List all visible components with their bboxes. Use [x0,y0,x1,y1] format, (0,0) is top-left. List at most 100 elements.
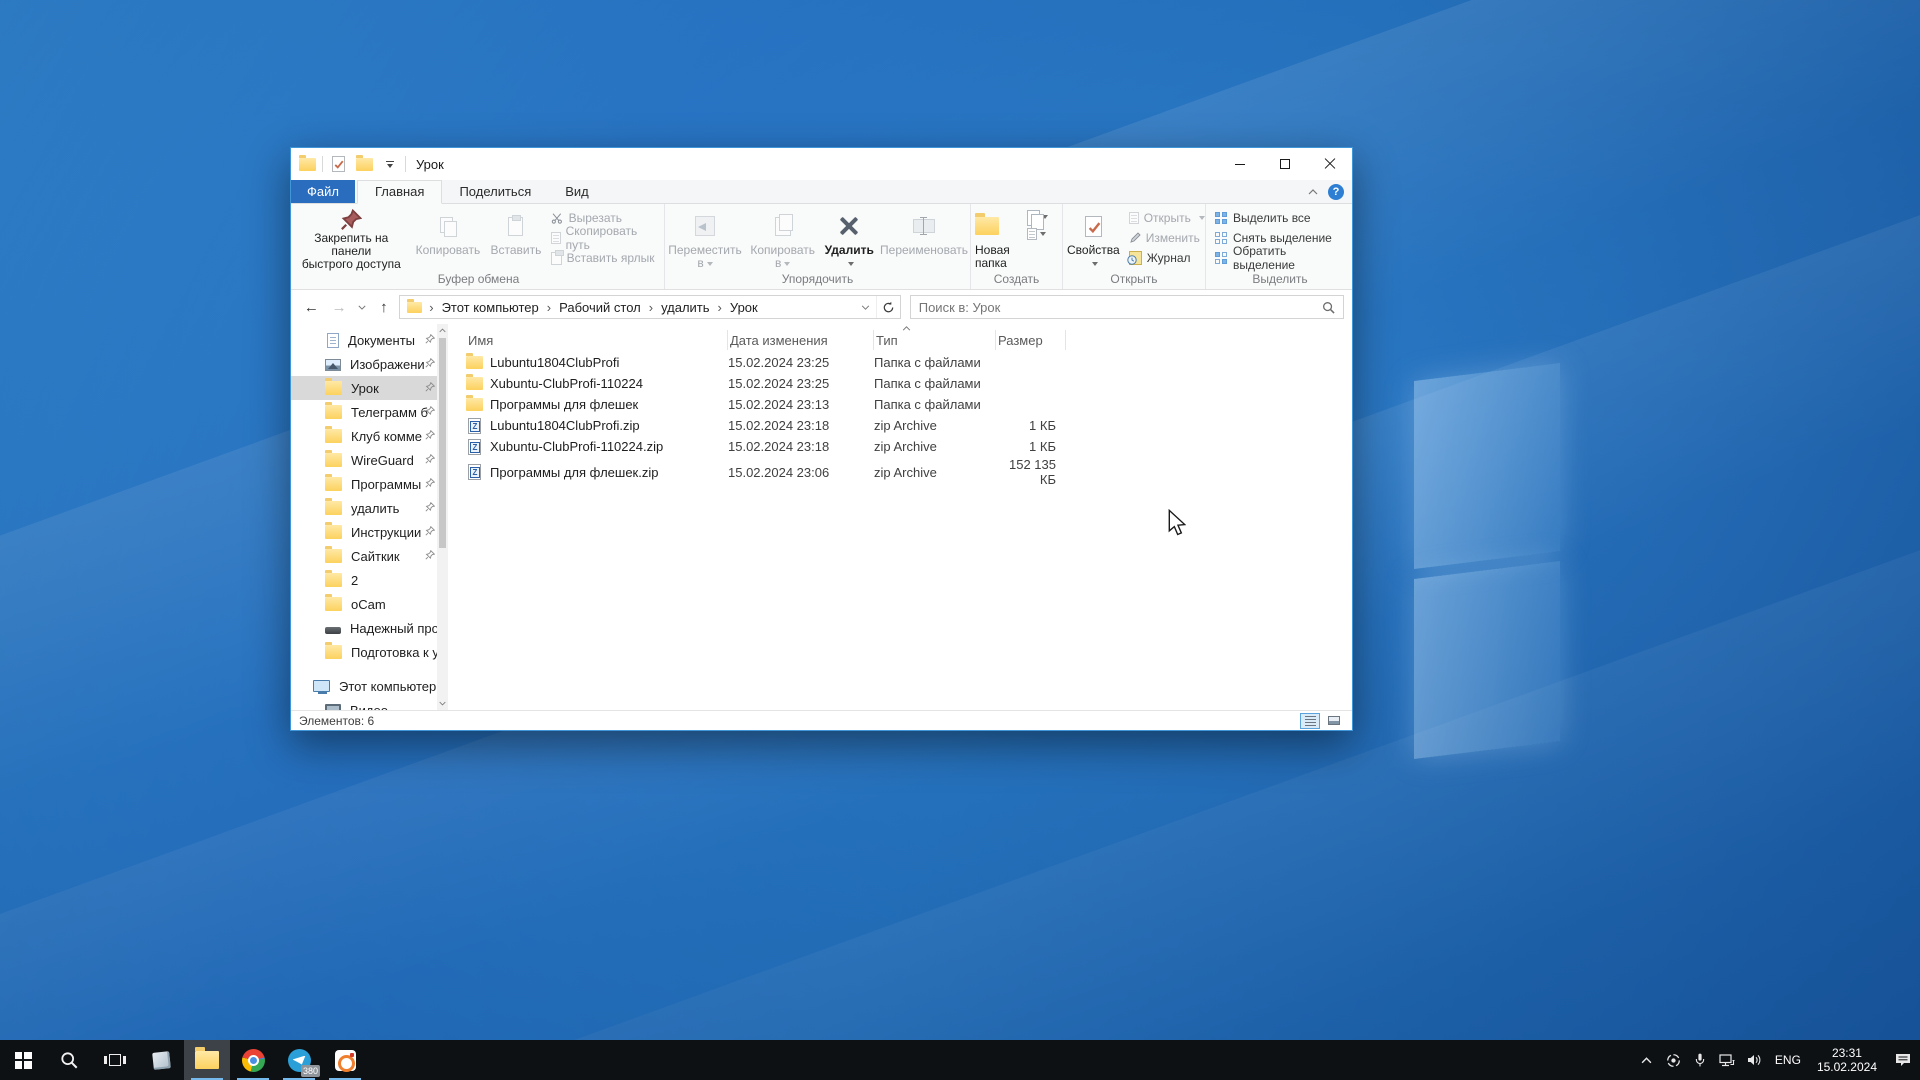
tab-view[interactable]: Вид [548,181,606,203]
column-header-size[interactable]: Размер [996,330,1066,350]
details-view-button[interactable] [1300,713,1320,729]
invert-selection-button[interactable]: Обратить выделение [1210,248,1354,268]
file-row[interactable]: Xubuntu-ClubProfi-110224 15.02.2024 23:2… [466,373,1352,394]
folder-icon [325,525,342,539]
sidebar-item-video[interactable]: Видео [291,698,448,710]
tray-recorder-icon[interactable] [1660,1040,1687,1080]
copy-button[interactable]: Копировать [410,205,487,271]
task-view-icon [104,1054,126,1066]
search-input[interactable]: Поиск в: Урок [910,295,1344,319]
qat-properties-button[interactable] [329,155,347,173]
refresh-button[interactable] [876,296,900,318]
close-button[interactable] [1307,148,1352,180]
rename-button[interactable]: Переименовать [878,205,970,271]
sidebar-item-saitkik[interactable]: Сайткик [291,544,448,568]
pin-to-quick-access-button[interactable]: Закрепить на панели быстрого доступа [293,205,410,271]
ribbon-group-clipboard: Закрепить на панели быстрого доступа Коп… [293,204,665,289]
forward-button[interactable]: → [327,295,352,319]
collapse-ribbon-icon[interactable] [1308,189,1318,195]
file-row[interactable]: Lubuntu1804ClubProfi.zip 15.02.2024 23:1… [466,415,1352,436]
window-controls [1217,148,1352,180]
help-button[interactable]: ? [1328,184,1344,200]
tray-microphone-icon[interactable] [1687,1040,1714,1080]
tray-volume-icon[interactable] [1741,1040,1768,1080]
taskbar-chrome-button[interactable] [230,1040,276,1080]
copy-path-button[interactable]: Скопировать путь [546,228,664,248]
column-header-date[interactable]: Дата изменения [728,330,874,350]
properties-button[interactable]: Свойства [1063,205,1124,271]
maximize-button[interactable] [1262,148,1307,180]
copy-to-button[interactable]: Копировать в [745,205,820,271]
sidebar-item-instructions[interactable]: Инструкции [291,520,448,544]
file-row[interactable]: Программы для флешек 15.02.2024 23:13 Па… [466,394,1352,415]
column-header-type[interactable]: Тип [874,330,996,350]
address-dropdown-button[interactable] [856,296,876,318]
breadcrumb-this-pc[interactable]: Этот компьютер [435,298,546,317]
file-row[interactable]: Lubuntu1804ClubProfi 15.02.2024 23:25 Па… [466,352,1352,373]
file-row[interactable]: Xubuntu-ClubProfi-110224.zip 15.02.2024 … [466,436,1352,457]
taskbar-explorer-button[interactable] [184,1040,230,1080]
notepad-icon [152,1051,171,1070]
sidebar-item-telegram[interactable]: Телеграмм б [291,400,448,424]
thumbnails-view-button[interactable] [1324,713,1344,729]
scroll-up-icon[interactable] [439,327,446,334]
qat-new-folder-button[interactable] [355,155,373,173]
easy-access-button[interactable] [1027,210,1048,224]
customize-chevron-icon [386,161,394,168]
tab-home[interactable]: Главная [357,180,442,204]
tab-file[interactable]: Файл [291,180,355,203]
scrollbar-thumb[interactable] [439,338,446,548]
up-button[interactable]: ↑ [371,295,396,319]
sidebar-item-wireguard[interactable]: WireGuard [291,448,448,472]
sidebar-item-2[interactable]: 2 [291,568,448,592]
history-button[interactable]: Журнал [1124,248,1210,268]
qat-customize-button[interactable] [381,155,399,173]
folder-icon [325,549,342,563]
breadcrumb-desktop[interactable]: Рабочий стол [552,298,648,317]
delete-button[interactable]: Удалить [820,205,878,271]
sidebar-item-udalit[interactable]: удалить [291,496,448,520]
language-indicator[interactable]: ENG [1768,1053,1808,1067]
edit-button[interactable]: Изменить [1124,228,1210,248]
column-header-name[interactable]: Имя [466,330,728,350]
sidebar-item-urok[interactable]: Урок [291,376,448,400]
sidebar-item-programs[interactable]: Программы [291,472,448,496]
sidebar-item-club[interactable]: Клуб комме [291,424,448,448]
sidebar-item-this-pc[interactable]: Этот компьютер [291,674,448,698]
title-bar[interactable]: Урок [291,148,1352,180]
sidebar-scrollbar[interactable] [437,324,448,710]
start-button[interactable] [0,1040,46,1080]
sidebar-item-ocam[interactable]: oCam [291,592,448,616]
task-view-button[interactable] [92,1040,138,1080]
tray-network-icon[interactable] [1714,1040,1741,1080]
sidebar-item-podgotovka[interactable]: Подготовка к у [291,640,448,664]
paste-button[interactable]: Вставить [486,205,545,271]
address-bar[interactable]: › Этот компьютер › Рабочий стол › удалит… [399,295,901,319]
scroll-down-icon[interactable] [439,700,446,707]
taskbar-clock[interactable]: 23:31 15.02.2024 [1808,1046,1886,1074]
sidebar-item-documents[interactable]: Документы [291,328,448,352]
folder-icon [325,405,342,419]
sidebar-item-drive[interactable]: Надежный про [291,616,448,640]
paste-shortcut-button[interactable]: Вставить ярлык [546,248,664,268]
tray-expand-button[interactable] [1633,1040,1660,1080]
new-folder-button[interactable]: Новая папка [971,205,1027,271]
taskbar-search-button[interactable] [46,1040,92,1080]
action-center-button[interactable] [1886,1040,1920,1080]
copy-to-icon [775,208,791,244]
minimize-button[interactable] [1217,148,1262,180]
select-all-button[interactable]: Выделить все [1210,208,1354,228]
breadcrumb-udalit[interactable]: удалить [654,298,716,317]
breadcrumb-urok[interactable]: Урок [723,298,765,317]
ribbon-right-controls: ? [1308,184,1352,200]
sidebar-item-pictures[interactable]: Изображени [291,352,448,376]
back-button[interactable]: ← [299,295,324,319]
move-to-button[interactable]: Переместить в [665,205,745,271]
open-button[interactable]: Открыть [1124,208,1210,228]
recent-locations-button[interactable] [355,295,369,319]
file-row[interactable]: Программы для флешек.zip 15.02.2024 23:0… [466,457,1352,478]
taskbar-telegram-button[interactable]: 380 [276,1040,322,1080]
tab-share[interactable]: Поделиться [442,181,548,203]
taskbar-notepad-button[interactable] [138,1040,184,1080]
taskbar-recorder-button[interactable] [322,1040,368,1080]
